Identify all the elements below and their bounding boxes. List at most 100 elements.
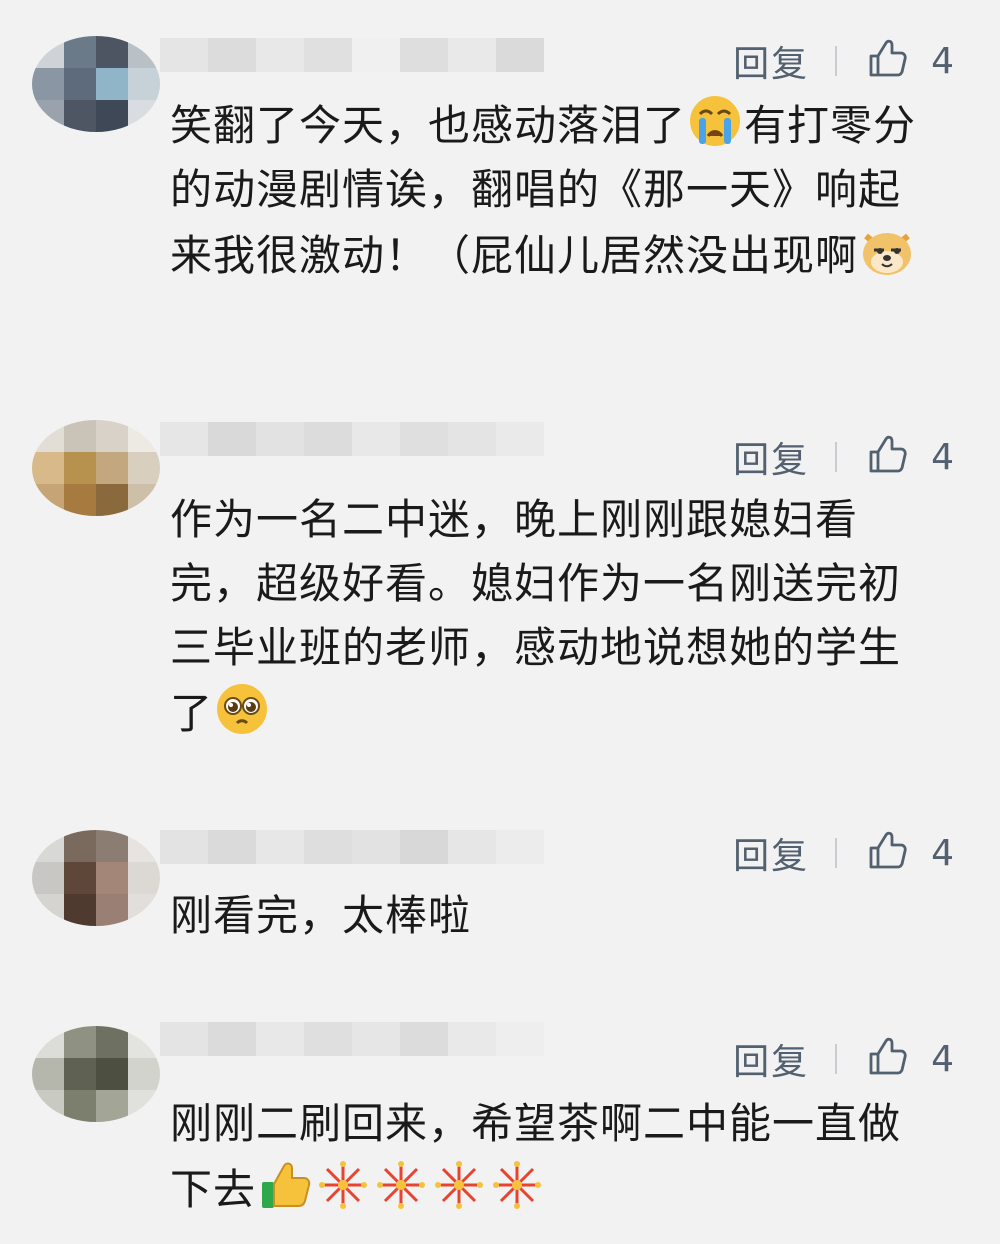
- avatar-pixel: [96, 484, 128, 516]
- username-pixel: [256, 38, 304, 72]
- thumbs-up-icon: [865, 433, 909, 481]
- username-pixel: [208, 830, 256, 864]
- fireworks-emoji-icon: [372, 1156, 430, 1214]
- avatar-pixel: [64, 452, 96, 484]
- divider: [835, 1044, 838, 1074]
- thumbs-up-icon: [865, 1035, 909, 1083]
- thumbs-up-icon: [865, 829, 909, 877]
- username-blurred[interactable]: [160, 38, 544, 84]
- avatar-pixel: [96, 1026, 128, 1058]
- avatar[interactable]: [32, 36, 160, 132]
- like-button[interactable]: 4: [865, 829, 954, 877]
- comment-text: 刚刚二刷回来，希望茶啊二中能一直做下去: [170, 1092, 930, 1222]
- thumbs-up-icon: [865, 37, 909, 85]
- username-pixel: [256, 422, 304, 456]
- avatar-pixel: [96, 452, 128, 484]
- comment-text-part: 作为一名二中迷，晚上刚刚跟媳妇看完，超级好看。媳妇作为一名刚送完初三毕业班的老师…: [170, 495, 902, 738]
- like-button[interactable]: 4: [865, 433, 954, 481]
- username-pixel: [352, 422, 400, 456]
- avatar-pixel: [96, 100, 128, 132]
- avatar[interactable]: [32, 1026, 160, 1122]
- username-pixel: [448, 422, 496, 456]
- username-pixel: [352, 1022, 400, 1056]
- avatar-pixel: [32, 452, 64, 484]
- fireworks-emoji-icon: [430, 1156, 488, 1214]
- username-pixel: [160, 422, 208, 456]
- avatar-pixel: [64, 68, 96, 100]
- avatar-pixel: [128, 68, 160, 100]
- username-pixel: [400, 1022, 448, 1056]
- like-count: 4: [931, 40, 954, 82]
- username-blurred[interactable]: [160, 1022, 544, 1068]
- reply-button[interactable]: 回复: [733, 1033, 809, 1085]
- avatar-pixel: [64, 420, 96, 452]
- pleading-face-emoji-icon: [213, 680, 271, 738]
- comment-text: 作为一名二中迷，晚上刚刚跟媳妇看完，超级好看。媳妇作为一名刚送完初三毕业班的老师…: [170, 488, 930, 746]
- username-pixel: [256, 830, 304, 864]
- username-pixel: [496, 830, 544, 864]
- comment-text: 笑翻了今天，也感动落泪了 有打零分的动漫剧情诶，翻唱的《那一天》响起来我很激动！（…: [170, 92, 930, 288]
- avatar-pixel: [32, 862, 64, 894]
- username-pixel: [208, 422, 256, 456]
- avatar-pixel: [32, 1058, 64, 1090]
- avatar-pixel: [32, 36, 64, 68]
- comment-actions: 回复 4: [733, 432, 954, 482]
- comment-text: 刚看完，太棒啦: [170, 884, 930, 948]
- username-pixel: [352, 830, 400, 864]
- divider: [835, 838, 838, 868]
- username-pixel: [400, 422, 448, 456]
- divider: [835, 442, 838, 472]
- comment-actions: 回复 4: [733, 1034, 954, 1084]
- reply-button[interactable]: 回复: [733, 827, 809, 879]
- like-button[interactable]: 4: [865, 1035, 954, 1083]
- username-pixel: [496, 422, 544, 456]
- avatar-pixel: [128, 100, 160, 132]
- avatar-pixel: [32, 100, 64, 132]
- username-blurred[interactable]: [160, 422, 544, 468]
- username-blurred[interactable]: [160, 830, 544, 876]
- username-pixel: [496, 38, 544, 72]
- username-pixel: [160, 1022, 208, 1056]
- avatar-pixel: [64, 1026, 96, 1058]
- avatar[interactable]: [32, 420, 160, 516]
- avatar-pixel: [96, 1058, 128, 1090]
- avatar-pixel: [128, 1026, 160, 1058]
- avatar-pixel: [128, 830, 160, 862]
- reply-button[interactable]: 回复: [733, 431, 809, 483]
- avatar-pixel: [96, 68, 128, 100]
- avatar-pixel: [64, 862, 96, 894]
- thumbs-up-emoji-icon: [256, 1156, 314, 1214]
- avatar-pixel: [32, 894, 64, 926]
- like-count: 4: [931, 1038, 954, 1080]
- username-pixel: [208, 1022, 256, 1056]
- avatar-pixel: [96, 862, 128, 894]
- avatar-pixel: [96, 830, 128, 862]
- avatar-pixel: [64, 100, 96, 132]
- username-pixel: [160, 38, 208, 72]
- reply-button[interactable]: 回复: [733, 35, 809, 87]
- avatar-pixel: [96, 420, 128, 452]
- avatar-pixel: [32, 484, 64, 516]
- avatar-pixel: [96, 894, 128, 926]
- avatar-pixel: [64, 830, 96, 862]
- like-count: 4: [931, 832, 954, 874]
- avatar-pixel: [128, 862, 160, 894]
- like-button[interactable]: 4: [865, 37, 954, 85]
- username-pixel: [256, 1022, 304, 1056]
- avatar-pixel: [32, 420, 64, 452]
- avatar-pixel: [128, 1058, 160, 1090]
- avatar[interactable]: [32, 830, 160, 926]
- username-pixel: [304, 422, 352, 456]
- doge-emoji-icon: [858, 222, 916, 280]
- username-pixel: [208, 38, 256, 72]
- avatar-pixel: [128, 452, 160, 484]
- username-pixel: [304, 38, 352, 72]
- avatar-pixel: [32, 68, 64, 100]
- username-pixel: [496, 1022, 544, 1056]
- fireworks-emoji-icon: [314, 1156, 372, 1214]
- avatar-pixel: [128, 484, 160, 516]
- avatar-pixel: [128, 894, 160, 926]
- avatar-pixel: [96, 1090, 128, 1122]
- username-pixel: [448, 38, 496, 72]
- avatar-pixel: [64, 1058, 96, 1090]
